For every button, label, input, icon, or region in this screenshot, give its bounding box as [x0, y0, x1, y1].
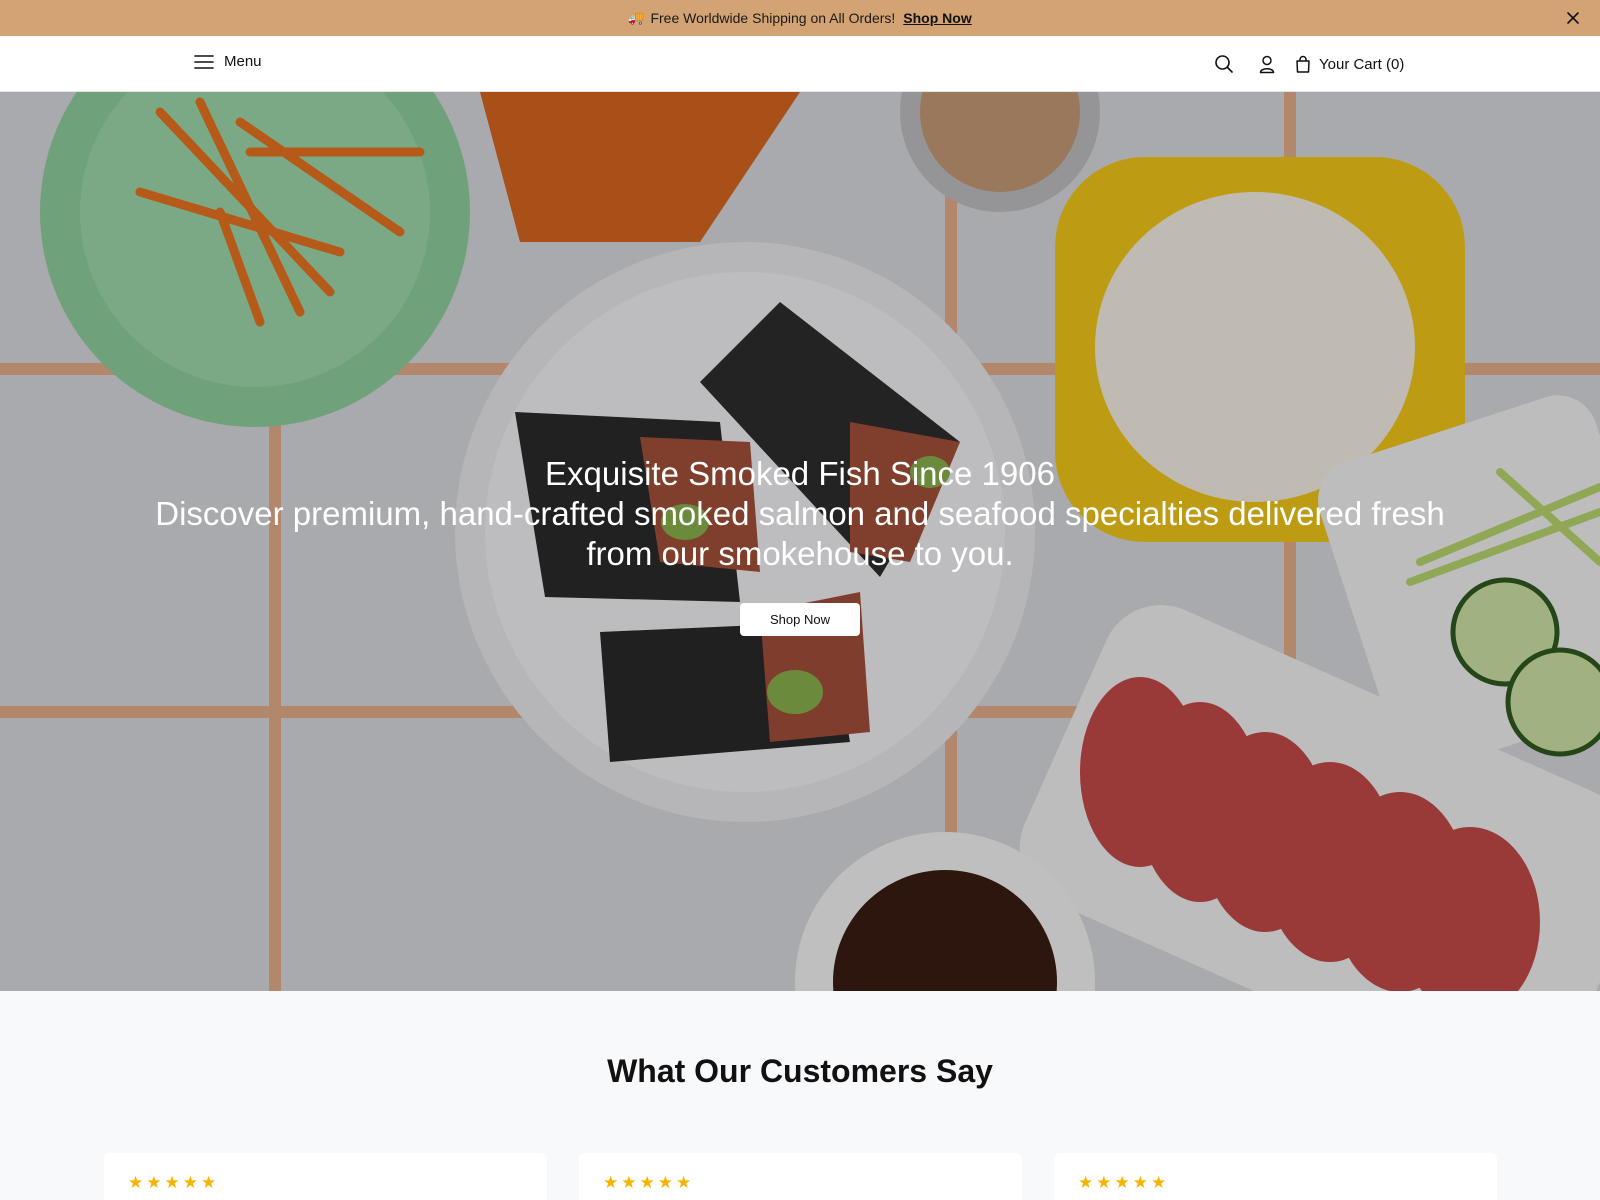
hero-title: Exquisite Smoked Fish Since 1906 [545, 455, 1055, 492]
hero-shop-now-button[interactable]: Shop Now [740, 603, 860, 636]
testimonial-card: ★★★★★ [104, 1153, 547, 1200]
close-icon[interactable] [1564, 9, 1582, 27]
announcement-shop-now-link[interactable]: Shop Now [903, 10, 971, 26]
cart-button[interactable]: Your Cart (0) [1295, 55, 1404, 73]
testimonial-card: ★★★★★ [579, 1153, 1022, 1200]
search-button[interactable] [1212, 52, 1236, 76]
hamburger-icon [194, 54, 214, 69]
cart-label: Your Cart (0) [1319, 55, 1405, 73]
testimonials-heading: What Our Customers Say [607, 1053, 993, 1089]
testimonial-card: ★★★★★ [1054, 1153, 1497, 1200]
account-button[interactable] [1255, 52, 1279, 76]
shopping-bag-icon [1296, 55, 1310, 73]
user-icon [1259, 55, 1275, 74]
menu-button[interactable]: Menu [194, 53, 262, 70]
truck-icon: 🚚 [628, 10, 645, 25]
menu-label: Menu [224, 53, 262, 70]
site-header: Menu Your Cart (0) [0, 36, 1600, 92]
search-icon [1215, 55, 1233, 73]
star-rating: ★★★★★ [603, 1173, 695, 1192]
announcement-text: Free Worldwide Shipping on All Orders! [650, 10, 896, 26]
hero-subtitle: Discover premium, hand-crafted smoked sa… [155, 495, 1445, 572]
testimonials-section: What Our Customers Say ★★★★★ ★★★★★ ★★★★★ [0, 991, 1600, 1200]
announcement-bar: 🚚 Free Worldwide Shipping on All Orders!… [0, 0, 1600, 36]
hero-section: Exquisite Smoked Fish Since 1906 Discove… [0, 92, 1600, 991]
star-rating: ★★★★★ [128, 1173, 220, 1192]
star-rating: ★★★★★ [1078, 1173, 1170, 1192]
